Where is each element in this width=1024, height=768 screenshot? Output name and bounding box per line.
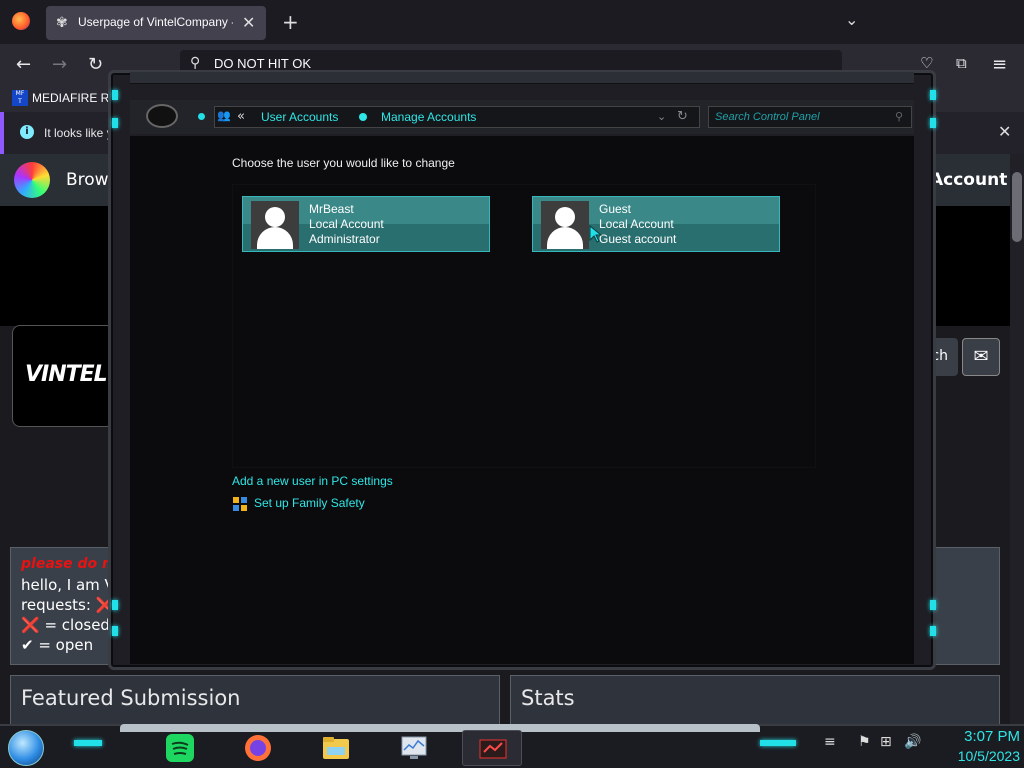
users-icon: 👥 <box>217 109 231 122</box>
search-input[interactable]: Search Control Panel ⚲ <box>708 106 912 128</box>
close-tab-icon[interactable]: ✕ <box>242 13 255 32</box>
stats-title: Stats <box>521 686 575 710</box>
start-button[interactable] <box>8 730 44 766</box>
about-line: ✔ = open <box>21 636 94 654</box>
taskbar-control-panel[interactable] <box>462 730 522 766</box>
flag-icon[interactable]: ⚑ <box>858 734 871 750</box>
breadcrumb-user-accounts[interactable]: User Accounts <box>261 110 338 124</box>
avatar-head <box>265 207 285 227</box>
avatar-body <box>547 227 583 249</box>
about-line: hello, I am Vi <box>21 576 119 594</box>
url-text: DO NOT HIT OK <box>214 56 312 71</box>
folder-icon <box>323 737 349 759</box>
manage-accounts-pane: Choose the user you would like to change… <box>130 136 914 664</box>
info-icon: i <box>20 125 34 139</box>
scrollbar-thumb[interactable] <box>1012 172 1022 242</box>
refresh-icon[interactable]: ↻ <box>677 109 688 124</box>
frame-led <box>112 118 118 128</box>
back-icon[interactable]: ← <box>16 54 31 75</box>
breadcrumb-manage-accounts[interactable]: Manage Accounts <box>381 110 476 124</box>
taskbar-firefox[interactable] <box>228 730 288 766</box>
featured-panel: Featured Submission <box>10 675 500 725</box>
user-role: Administrator <box>309 232 380 246</box>
control-panel-icon <box>479 739 507 759</box>
taskbar-spotify[interactable] <box>150 730 210 766</box>
notification-text: It looks like y <box>44 126 113 140</box>
user-name: MrBeast <box>309 202 354 216</box>
monitor-icon <box>401 736 427 759</box>
back-forward-emblem-icon[interactable] <box>146 104 178 128</box>
taskbar-led <box>760 740 796 746</box>
chevron-down-icon[interactable]: ⌄ <box>845 10 858 29</box>
user-role: Guest account <box>599 232 677 246</box>
taskbar-led <box>74 740 102 746</box>
user-tile-guest[interactable]: Guest Local Account Guest account <box>532 196 780 252</box>
user-tile-mrbeast[interactable]: MrBeast Local Account Administrator <box>242 196 490 252</box>
family-safety-icon <box>233 497 247 511</box>
mouse-cursor-icon <box>589 225 603 243</box>
family-safety-link[interactable]: Set up Family Safety <box>254 496 365 510</box>
about-line: requests: ❌ <box>21 596 115 614</box>
taskbar-file-explorer[interactable] <box>306 730 366 766</box>
about-line: ❌ = closed <box>21 616 110 634</box>
search-placeholder: Search Control Panel <box>715 111 820 123</box>
frame-led <box>112 600 118 610</box>
search-icon[interactable]: ⚲ <box>895 110 903 123</box>
add-user-link[interactable]: Add a new user in PC settings <box>232 474 393 488</box>
account-link[interactable]: Account <box>930 170 1007 190</box>
frame-led <box>112 626 118 636</box>
avatar-body <box>257 227 293 249</box>
avatar[interactable]: VINTEL <box>12 325 114 427</box>
chevron-left-icon[interactable]: « <box>237 109 245 124</box>
firefox-icon <box>245 735 271 761</box>
volume-icon[interactable]: 🔊 <box>904 734 921 750</box>
user-avatar-icon <box>251 201 299 249</box>
tab-title: Userpage of VintelCompany -- F <box>78 15 233 29</box>
frame-led <box>930 600 936 610</box>
search-icon: ⚲ <box>190 55 201 71</box>
address-bar[interactable]: 👥 « User Accounts Manage Accounts ⌄ ↻ <box>214 106 700 128</box>
close-icon[interactable]: ✕ <box>998 122 1011 141</box>
spotify-icon <box>166 734 194 762</box>
frame-led <box>930 118 936 128</box>
window-titlebar[interactable] <box>130 72 914 84</box>
new-tab-icon[interactable]: + <box>282 10 299 34</box>
frame-led <box>112 90 118 100</box>
featured-title: Featured Submission <box>21 686 241 710</box>
system-tray: ≡ ⚑ ⊞ 🔊 3:07 PM 10/5/2023 <box>820 724 1024 768</box>
page-title: Choose the user you would like to change <box>232 156 455 170</box>
chevron-down-icon[interactable]: ⌄ <box>657 110 666 123</box>
show-hidden-icons-icon[interactable]: ≡ <box>824 734 836 750</box>
forward-icon[interactable]: → <box>52 54 67 75</box>
firefox-icon[interactable] <box>12 12 30 30</box>
user-name: Guest <box>599 202 632 216</box>
user-avatar-icon <box>541 201 589 249</box>
recent-dot-icon[interactable] <box>198 113 205 120</box>
user-account-type: Local Account <box>599 217 674 231</box>
menu-icon[interactable]: ≡ <box>992 54 1007 75</box>
network-icon[interactable]: ⊞ <box>880 734 892 750</box>
bookmark-item[interactable]: MEDIAFIRE RO <box>32 91 119 105</box>
stats-panel: Stats <box>510 675 1000 725</box>
avatar-head <box>555 207 575 227</box>
clock-time[interactable]: 3:07 PM <box>940 728 1020 745</box>
clock-date[interactable]: 10/5/2023 <box>930 748 1020 764</box>
breadcrumb-separator-icon[interactable] <box>359 113 367 121</box>
vintel-logo: VINTEL <box>25 362 108 387</box>
site-favicon-icon: ✾ <box>56 15 68 31</box>
mediafire-icon: MF T <box>12 90 28 106</box>
extensions-icon[interactable]: ⧉ <box>956 54 967 72</box>
site-logo-icon[interactable] <box>14 162 50 198</box>
about-warning: please do no <box>21 556 122 572</box>
reload-icon[interactable]: ↻ <box>88 54 103 75</box>
tab-active[interactable]: ✾ Userpage of VintelCompany -- F ✕ <box>46 6 266 40</box>
mail-icon[interactable]: ✉ <box>962 338 1000 376</box>
frame-led <box>930 626 936 636</box>
taskbar-task-manager[interactable] <box>384 730 444 766</box>
user-account-type: Local Account <box>309 217 384 231</box>
frame-led <box>930 90 936 100</box>
